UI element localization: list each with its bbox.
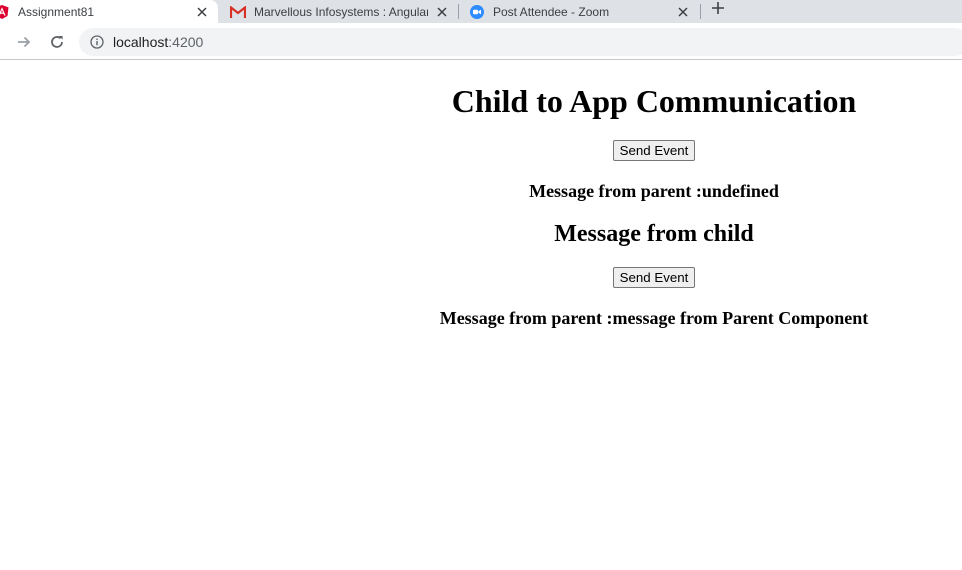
tab-divider xyxy=(700,4,701,19)
child-send-event-button[interactable]: Send Event xyxy=(612,267,696,288)
close-tab-icon[interactable] xyxy=(194,4,210,20)
zoom-icon xyxy=(469,4,485,20)
arrow-right-icon xyxy=(18,36,31,48)
tab-title: Marvellous Infosystems : Angular xyxy=(254,4,428,19)
info-icon[interactable] xyxy=(89,34,105,50)
app-parent-message: Message from parent :undefined xyxy=(529,181,779,201)
tab-strip: Assignment81 Marvellous Infosystems : An… xyxy=(0,0,962,23)
angular-icon xyxy=(0,4,10,20)
url-host: localhost xyxy=(113,34,169,50)
child-parent-message: Message from parent :message from Parent… xyxy=(439,308,869,328)
tab-zoom[interactable]: Post Attendee - Zoom xyxy=(469,0,691,23)
gmail-icon xyxy=(230,4,246,20)
address-bar[interactable]: localhost:4200 xyxy=(79,28,962,56)
close-tab-icon[interactable] xyxy=(675,4,691,20)
close-tab-icon[interactable] xyxy=(434,4,450,20)
url-port: :4200 xyxy=(168,34,204,50)
tab-title: Assignment81 xyxy=(18,4,95,19)
child-title: Message from child xyxy=(554,221,754,247)
reload-button[interactable] xyxy=(46,31,68,53)
tab-divider xyxy=(458,4,459,19)
tab-assignment81[interactable]: Assignment81 xyxy=(0,0,218,23)
plus-icon xyxy=(712,2,724,14)
tab-marvellous[interactable]: Marvellous Infosystems : Angular xyxy=(230,0,450,23)
app-title: Child to App Communication xyxy=(451,83,857,119)
reload-icon xyxy=(51,36,63,48)
new-tab-button[interactable] xyxy=(708,0,728,16)
browser-toolbar: localhost:4200 xyxy=(0,23,962,60)
tab-title: Post Attendee - Zoom xyxy=(493,4,610,19)
page-content: Child to App Communication Send Event Me… xyxy=(346,61,962,328)
forward-button[interactable] xyxy=(13,31,35,53)
app-send-event-button[interactable]: Send Event xyxy=(612,140,696,161)
